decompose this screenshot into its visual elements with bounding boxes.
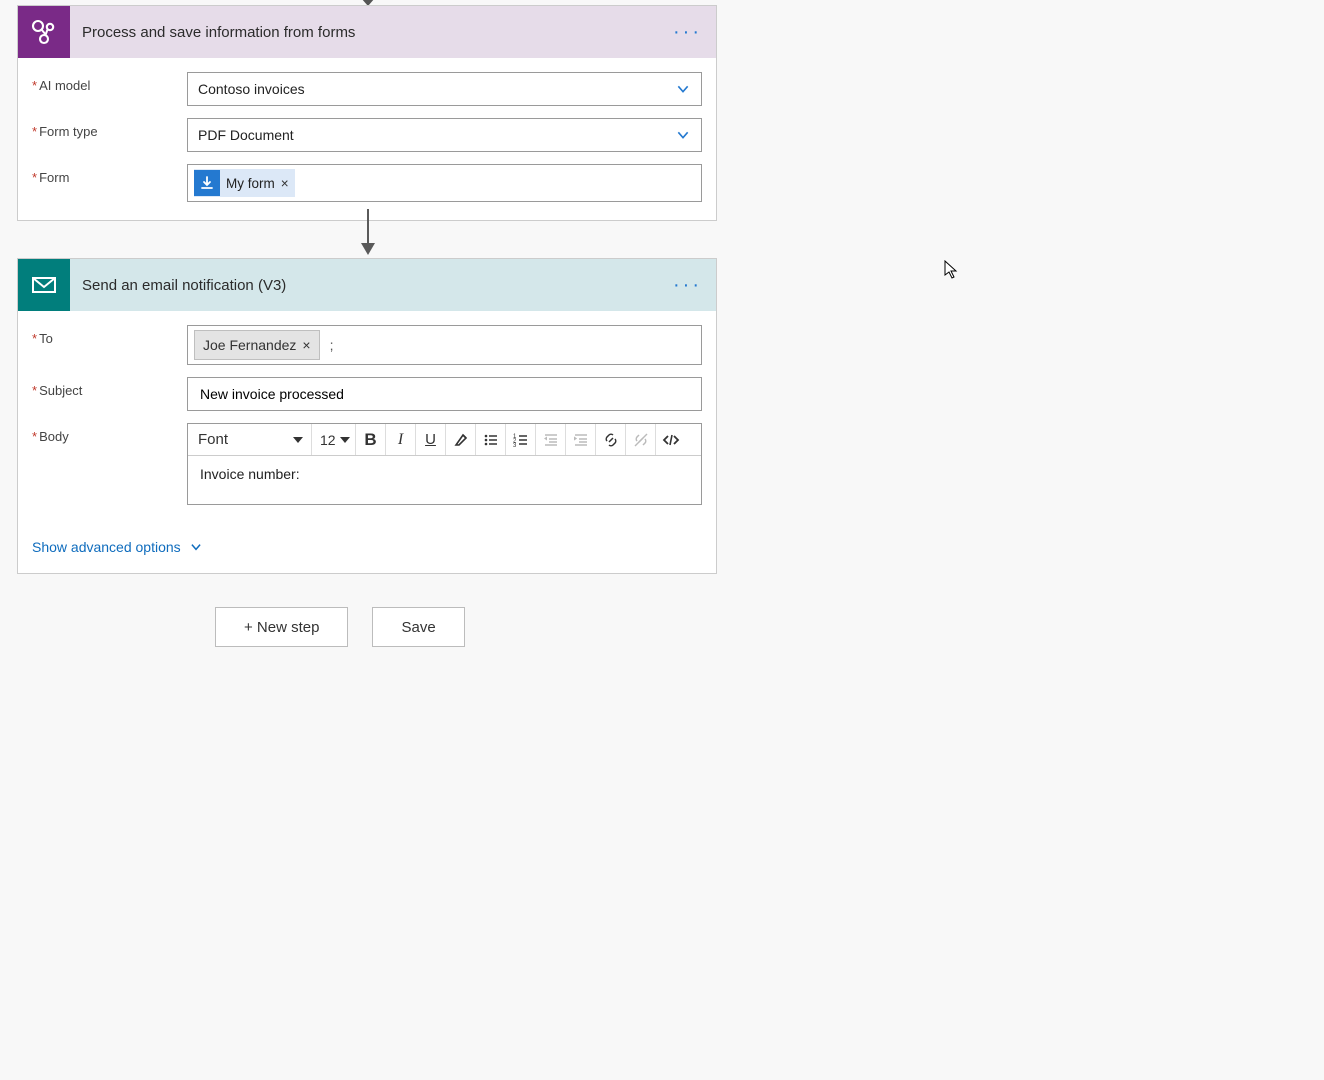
- ai-model-dropdown[interactable]: Contoso invoices: [187, 72, 702, 106]
- ai-model-label: *AI model: [32, 72, 187, 93]
- process-forms-more-icon[interactable]: ···: [673, 22, 702, 42]
- chevron-down-icon: [189, 540, 203, 554]
- save-button[interactable]: Save: [372, 607, 464, 647]
- subject-label: *Subject: [32, 377, 187, 398]
- ai-model-value: Contoso invoices: [198, 81, 305, 97]
- process-forms-title: Process and save information from forms: [82, 24, 673, 41]
- to-label: *To: [32, 325, 187, 346]
- form-input[interactable]: My form ×: [187, 164, 702, 202]
- outdent-button[interactable]: [536, 424, 566, 455]
- svg-text:3: 3: [513, 443, 517, 448]
- flow-connector-arrow: [358, 209, 378, 257]
- caret-down-icon: [293, 437, 303, 443]
- form-type-dropdown[interactable]: PDF Document: [187, 118, 702, 152]
- form-label: *Form: [32, 164, 187, 185]
- mouse-cursor-icon: [944, 260, 960, 280]
- text-color-button[interactable]: [446, 424, 476, 455]
- code-view-button[interactable]: [656, 424, 686, 455]
- new-step-button[interactable]: + New step: [215, 607, 348, 647]
- process-forms-header[interactable]: Process and save information from forms …: [18, 6, 716, 58]
- recipient-separator: ;: [330, 337, 334, 353]
- chevron-down-icon: [675, 81, 691, 97]
- show-advanced-options-link[interactable]: Show advanced options: [32, 539, 203, 555]
- subject-input[interactable]: [187, 377, 702, 411]
- remove-recipient-icon[interactable]: ×: [302, 337, 310, 353]
- form-type-label: *Form type: [32, 118, 187, 139]
- bullet-list-button[interactable]: [476, 424, 506, 455]
- bold-button[interactable]: B: [356, 424, 386, 455]
- font-size-dropdown[interactable]: 12: [312, 424, 356, 455]
- process-forms-card: Process and save information from forms …: [17, 5, 717, 221]
- to-input[interactable]: Joe Fernandez × ;: [187, 325, 702, 365]
- chevron-down-icon: [675, 127, 691, 143]
- subject-field[interactable]: [198, 385, 691, 403]
- unlink-button[interactable]: [626, 424, 656, 455]
- rich-text-toolbar: Font 12 B I U: [188, 424, 701, 456]
- send-email-card: Send an email notification (V3) ··· *To …: [17, 258, 717, 574]
- italic-button[interactable]: I: [386, 424, 416, 455]
- to-recipient-token[interactable]: Joe Fernandez ×: [194, 330, 320, 360]
- form-token[interactable]: My form ×: [194, 169, 295, 197]
- send-email-title: Send an email notification (V3): [82, 277, 673, 294]
- mail-icon: [18, 259, 70, 311]
- input-trigger-icon: [194, 170, 220, 196]
- send-email-more-icon[interactable]: ···: [673, 275, 702, 295]
- font-family-dropdown[interactable]: Font: [188, 424, 312, 455]
- caret-down-icon: [340, 437, 350, 443]
- indent-button[interactable]: [566, 424, 596, 455]
- body-label: *Body: [32, 423, 187, 444]
- form-type-value: PDF Document: [198, 127, 294, 143]
- numbered-list-button[interactable]: 123: [506, 424, 536, 455]
- body-textarea[interactable]: Invoice number:: [188, 456, 701, 504]
- body-editor: Font 12 B I U: [187, 423, 702, 505]
- remove-form-token-icon[interactable]: ×: [281, 176, 289, 191]
- ai-builder-icon: [18, 6, 70, 58]
- send-email-header[interactable]: Send an email notification (V3) ···: [18, 259, 716, 311]
- underline-button[interactable]: U: [416, 424, 446, 455]
- link-button[interactable]: [596, 424, 626, 455]
